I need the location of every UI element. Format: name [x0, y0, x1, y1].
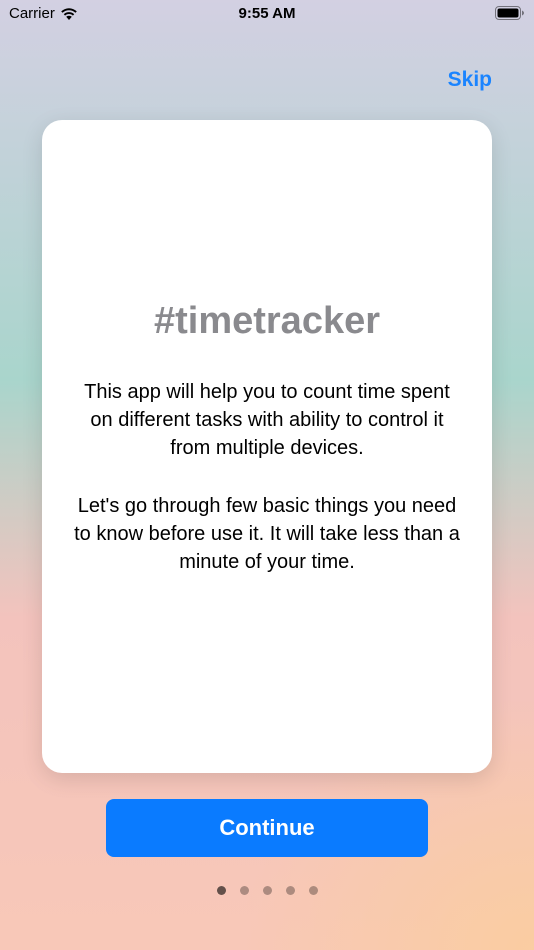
status-time: 9:55 AM [238, 5, 296, 22]
card-title: #timetracker [153, 300, 381, 342]
page-dot[interactable] [308, 886, 318, 895]
onboarding-card: #timetracker This app will help you to c… [42, 120, 492, 773]
status-bar: Carrier 9:55 AM [0, 0, 534, 28]
battery-icon [495, 6, 525, 20]
page-dot[interactable] [239, 886, 249, 895]
page-dot[interactable] [262, 886, 272, 895]
continue-button[interactable]: Continue [106, 799, 428, 857]
card-paragraph-intro: This app will help you to count time spe… [84, 381, 450, 459]
page-dot[interactable] [216, 886, 226, 895]
skip-button[interactable]: Skip [448, 68, 492, 92]
card-paragraph-basics: Let's go through few basic things you ne… [74, 495, 460, 573]
page-dot[interactable] [285, 886, 295, 895]
page-indicator[interactable] [0, 886, 534, 895]
